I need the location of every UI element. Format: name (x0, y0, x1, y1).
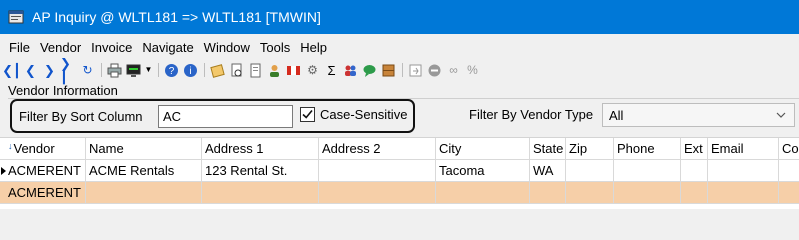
vendor-type-value: All (609, 107, 624, 123)
stop-icon[interactable] (426, 62, 443, 79)
toolbar-separator (101, 63, 102, 77)
grid-header-row: ↓Vendor Name Address 1 Address 2 City St… (0, 138, 799, 160)
cell-address1[interactable]: 123 Rental St. (202, 160, 319, 182)
column-header-state[interactable]: State (530, 138, 566, 160)
window-app-icon[interactable] (8, 9, 24, 25)
link-icon[interactable]: ∞ (445, 62, 462, 79)
cell-co[interactable] (779, 160, 799, 182)
svg-text:?: ? (169, 66, 175, 77)
column-header-name[interactable]: Name (86, 138, 202, 160)
sort-descending-icon: ↓ (8, 141, 13, 151)
vendor-type-select[interactable]: All (602, 103, 795, 127)
dropdown-arrow-icon[interactable]: ▼ (144, 62, 153, 79)
cell-city[interactable] (436, 182, 530, 204)
export-icon[interactable] (407, 62, 424, 79)
cell-name[interactable]: ACME Rentals (86, 160, 202, 182)
title-bar[interactable]: AP Inquiry @ WLTL181 => WLTL181 [TMWIN] (0, 0, 799, 34)
chevron-down-icon (776, 108, 786, 123)
vendor-info-group-label: Vendor Information (8, 83, 118, 98)
cell-address1[interactable] (202, 182, 319, 204)
menu-file[interactable]: File (4, 40, 35, 55)
cell-phone[interactable] (614, 160, 681, 182)
column-header-address2[interactable]: Address 2 (319, 138, 436, 160)
flag-icon[interactable] (285, 62, 302, 79)
toolbar-separator (402, 63, 403, 77)
user-icon[interactable] (266, 62, 283, 79)
column-header-vendor[interactable]: ↓Vendor (5, 138, 86, 160)
screen-output-icon[interactable] (125, 62, 142, 79)
row-indicator (0, 182, 5, 204)
menu-vendor[interactable]: Vendor (35, 40, 86, 55)
case-sensitive-label: Case-Sensitive (320, 107, 408, 122)
menu-tools[interactable]: Tools (255, 40, 295, 55)
last-record-icon[interactable]: ❯┃ (60, 57, 77, 83)
settings-icon[interactable]: ⚙ (304, 62, 321, 79)
cell-ext[interactable] (681, 160, 708, 182)
cabinet-icon[interactable] (380, 62, 397, 79)
chat-icon[interactable] (361, 62, 378, 79)
cell-email[interactable] (708, 160, 779, 182)
filter-by-sort-column-label: Filter By Sort Column (19, 109, 143, 124)
table-row[interactable]: ACMERENT (0, 182, 799, 204)
menu-navigate[interactable]: Navigate (137, 40, 198, 55)
help-icon[interactable]: ? (163, 62, 180, 79)
column-header-city[interactable]: City (436, 138, 530, 160)
cell-co[interactable] (779, 182, 799, 204)
cell-phone[interactable] (614, 182, 681, 204)
print-icon[interactable] (106, 62, 123, 79)
cell-address2[interactable] (319, 160, 436, 182)
case-sensitive-checkbox[interactable] (300, 107, 315, 122)
cell-state[interactable]: WA (530, 160, 566, 182)
cell-address2[interactable] (319, 182, 436, 204)
column-header-zip[interactable]: Zip (566, 138, 614, 160)
column-header-phone[interactable]: Phone (614, 138, 681, 160)
cell-city[interactable]: Tacoma (436, 160, 530, 182)
vendor-grid: ↓Vendor Name Address 1 Address 2 City St… (0, 137, 799, 209)
notes-icon[interactable] (209, 62, 226, 79)
checkmark-icon (302, 109, 313, 119)
previous-record-icon[interactable]: ❮ (22, 62, 39, 79)
menu-window[interactable]: Window (199, 40, 255, 55)
table-row[interactable]: ACMERENT ACME Rentals 123 Rental St. Tac… (0, 160, 799, 182)
cell-name[interactable] (86, 182, 202, 204)
svg-text:i: i (189, 66, 191, 77)
toolbar-separator (158, 63, 159, 77)
filter-panel: Filter By Sort Column Case-Sensitive (10, 99, 415, 133)
menu-invoice[interactable]: Invoice (86, 40, 137, 55)
vendor-type-label: Filter By Vendor Type (469, 107, 594, 122)
menu-help[interactable]: Help (295, 40, 332, 55)
current-row-indicator (0, 160, 6, 182)
print-preview-icon[interactable] (228, 62, 245, 79)
row-indicator (0, 138, 5, 160)
cell-zip[interactable] (566, 160, 614, 182)
cell-vendor[interactable]: ACMERENT (5, 182, 86, 204)
sum-icon[interactable]: Σ (323, 62, 340, 79)
cell-zip[interactable] (566, 182, 614, 204)
cell-vendor[interactable]: ACMERENT (5, 160, 86, 182)
cell-state[interactable] (530, 182, 566, 204)
info-icon[interactable]: i (182, 62, 199, 79)
people-icon[interactable] (342, 62, 359, 79)
column-header-co[interactable]: Co (779, 138, 799, 160)
window-title: AP Inquiry @ WLTL181 => WLTL181 [TMWIN] (32, 9, 321, 25)
toolbar: ❮┃ ❮ ❯ ❯┃ ↻ ▼ ? i ⚙ Σ ∞ % (0, 57, 799, 83)
menu-bar: File Vendor Invoice Navigate Window Tool… (0, 37, 799, 57)
document-icon[interactable] (247, 62, 264, 79)
percent-icon[interactable]: % (464, 62, 481, 79)
first-record-icon[interactable]: ❮┃ (2, 62, 21, 79)
refresh-icon[interactable]: ↻ (79, 62, 96, 79)
filter-input[interactable] (158, 105, 293, 128)
column-header-ext[interactable]: Ext (681, 138, 708, 160)
column-header-address1[interactable]: Address 1 (202, 138, 319, 160)
column-header-email[interactable]: Email (708, 138, 779, 160)
case-sensitive-option[interactable]: Case-Sensitive (300, 107, 407, 122)
column-header-label: Vendor (13, 141, 55, 156)
cell-email[interactable] (708, 182, 779, 204)
toolbar-separator (204, 63, 205, 77)
cell-ext[interactable] (681, 182, 708, 204)
next-record-icon[interactable]: ❯ (41, 62, 58, 79)
